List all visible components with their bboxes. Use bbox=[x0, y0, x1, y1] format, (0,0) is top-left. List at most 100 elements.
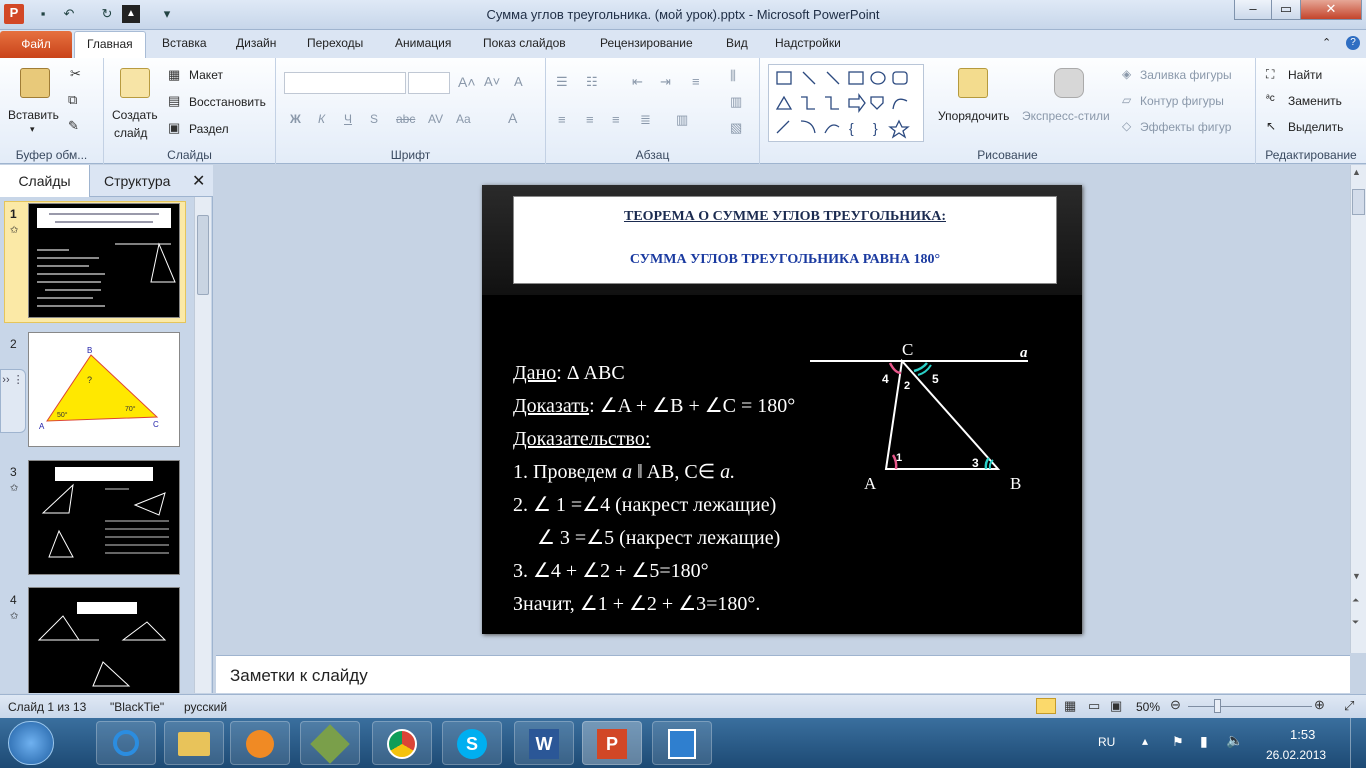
align-right-icon[interactable]: ≡ bbox=[612, 112, 620, 127]
font-name-input[interactable] bbox=[284, 72, 406, 94]
tab-outline[interactable]: Структура bbox=[104, 173, 170, 189]
align-left-icon[interactable]: ≡ bbox=[558, 112, 566, 127]
start-button[interactable] bbox=[8, 721, 54, 765]
panel-scroll-thumb[interactable] bbox=[197, 215, 209, 295]
slide-thumbnail[interactable] bbox=[28, 203, 180, 318]
scroll-up-icon[interactable]: ▲ bbox=[1352, 167, 1361, 177]
format-painter-icon[interactable]: ✎ bbox=[68, 118, 79, 134]
reading-view-icon[interactable]: ▭ bbox=[1088, 698, 1100, 714]
bold-button[interactable]: Ж bbox=[290, 112, 301, 126]
font-color-icon[interactable]: A bbox=[508, 110, 517, 126]
select-button[interactable]: Выделить bbox=[1288, 120, 1343, 134]
bullets-icon[interactable]: ☰ bbox=[556, 74, 568, 90]
current-slide[interactable]: ТЕОРЕМА О СУММЕ УГЛОВ ТРЕУГОЛЬНИКА: СУММ… bbox=[482, 185, 1082, 634]
show-desktop-button[interactable] bbox=[1350, 718, 1366, 768]
numbering-icon[interactable]: ☷ bbox=[586, 74, 598, 90]
strikethrough-button[interactable]: abc bbox=[396, 112, 415, 126]
new-slide-label2[interactable]: слайд bbox=[114, 126, 147, 140]
tab-slides[interactable]: Слайды bbox=[0, 165, 90, 197]
normal-view-icon[interactable] bbox=[1036, 698, 1056, 714]
italic-button[interactable]: К bbox=[318, 112, 325, 126]
close-panel-icon[interactable]: ✕ bbox=[192, 171, 205, 191]
fit-slide-icon[interactable]: ⤢ bbox=[1344, 698, 1354, 714]
replace-button[interactable]: Заменить bbox=[1288, 94, 1342, 108]
tray-expand-icon[interactable]: ▴ bbox=[1142, 734, 1148, 748]
quick-styles-icon[interactable] bbox=[1054, 68, 1084, 98]
new-slide-button[interactable]: Создать bbox=[112, 108, 158, 122]
find-button[interactable]: Найти bbox=[1288, 68, 1322, 82]
taskbar-powerpoint-icon[interactable]: P bbox=[582, 721, 642, 765]
font-size-input[interactable] bbox=[408, 72, 450, 94]
grow-font-icon[interactable]: A˄ bbox=[458, 74, 476, 90]
notes-pane[interactable]: Заметки к слайду bbox=[216, 655, 1350, 693]
panel-scrollbar[interactable] bbox=[194, 197, 211, 693]
increase-indent-icon[interactable]: ⇥ bbox=[660, 74, 671, 90]
shape-outline-button[interactable]: Контур фигуры bbox=[1140, 94, 1224, 108]
align-text-icon[interactable]: ▥ bbox=[730, 94, 742, 110]
tab-addins[interactable]: Надстройки bbox=[775, 36, 841, 50]
shapes-gallery[interactable]: {} bbox=[768, 64, 924, 142]
paste-dropdown-icon[interactable]: ▾ bbox=[30, 124, 35, 135]
taskbar-explorer-icon[interactable] bbox=[164, 721, 224, 765]
tab-slideshow[interactable]: Показ слайдов bbox=[483, 36, 566, 50]
change-case-icon[interactable]: Aa bbox=[456, 112, 471, 126]
copy-icon[interactable]: ⧉ bbox=[68, 92, 77, 108]
collapse-panel-handle[interactable]: ›› ⋮ bbox=[0, 369, 26, 433]
shape-fill-button[interactable]: Заливка фигуры bbox=[1140, 68, 1232, 82]
tray-flag-icon[interactable]: ⚑ bbox=[1172, 734, 1184, 750]
tab-file[interactable]: Файл bbox=[0, 31, 72, 58]
next-slide-icon[interactable]: ⏷ bbox=[1352, 617, 1359, 628]
theme-name[interactable]: "BlackTie" bbox=[110, 700, 164, 714]
shape-effects-button[interactable]: Эффекты фигур bbox=[1140, 120, 1231, 134]
decrease-indent-icon[interactable]: ⇤ bbox=[632, 74, 643, 90]
align-center-icon[interactable]: ≡ bbox=[586, 112, 594, 127]
minimize-button[interactable]: – bbox=[1234, 0, 1272, 20]
paste-button[interactable]: Вставить bbox=[8, 108, 59, 122]
new-slide-icon[interactable] bbox=[120, 68, 150, 98]
tab-design[interactable]: Дизайн bbox=[236, 36, 276, 50]
tab-home[interactable]: Главная bbox=[74, 31, 146, 59]
taskbar-app-icon[interactable] bbox=[300, 721, 360, 765]
previous-slide-icon[interactable]: ⏶ bbox=[1352, 595, 1359, 606]
reset-button[interactable]: Восстановить bbox=[189, 95, 266, 109]
tab-view[interactable]: Вид bbox=[726, 36, 748, 50]
slide-title-box[interactable]: ТЕОРЕМА О СУММЕ УГЛОВ ТРЕУГОЛЬНИКА: СУММ… bbox=[513, 196, 1057, 284]
tab-review[interactable]: Рецензирование bbox=[600, 36, 693, 50]
section-button[interactable]: Раздел bbox=[189, 122, 229, 136]
slide-sorter-icon[interactable]: ▦ bbox=[1064, 698, 1076, 714]
columns-icon[interactable]: ▥ bbox=[676, 112, 688, 128]
cut-icon[interactable]: ✂ bbox=[70, 66, 81, 82]
text-direction-icon[interactable]: ⫼ bbox=[730, 68, 736, 84]
taskbar-skype-icon[interactable]: S bbox=[442, 721, 502, 765]
shrink-font-icon[interactable]: A˅ bbox=[484, 74, 500, 89]
slide-thumbnail[interactable]: B A C ? 50° 70° bbox=[28, 332, 180, 447]
battery-icon[interactable]: ▮ bbox=[1200, 733, 1208, 750]
quick-styles-button[interactable]: Экспресс-стили bbox=[1022, 109, 1110, 123]
close-button[interactable]: ✕ bbox=[1300, 0, 1362, 20]
smartart-icon[interactable]: ▧ bbox=[730, 120, 742, 136]
taskbar-word-icon[interactable]: W bbox=[514, 721, 574, 765]
slide-scrollbar[interactable]: ▲ ▼ ⏶ ⏷ bbox=[1350, 165, 1366, 653]
slide-thumbnail[interactable] bbox=[28, 587, 180, 693]
zoom-slider-handle[interactable] bbox=[1214, 699, 1221, 713]
shadow-button[interactable]: S bbox=[370, 112, 378, 126]
underline-button[interactable]: Ч bbox=[344, 112, 352, 126]
slideshow-view-icon[interactable]: ▣ bbox=[1110, 698, 1122, 714]
spacing-icon[interactable]: AV bbox=[428, 112, 443, 126]
scroll-down-icon[interactable]: ▼ bbox=[1352, 571, 1361, 581]
clear-format-icon[interactable]: A bbox=[514, 74, 523, 89]
tab-transitions[interactable]: Переходы bbox=[307, 36, 363, 50]
zoom-level[interactable]: 50% bbox=[1136, 700, 1160, 714]
line-spacing-icon[interactable]: ≡ bbox=[692, 74, 700, 89]
clock-date[interactable]: 26.02.2013 bbox=[1266, 748, 1326, 762]
zoom-out-icon[interactable]: ⊖ bbox=[1170, 697, 1181, 713]
taskbar-chrome-icon[interactable] bbox=[372, 721, 432, 765]
justify-icon[interactable]: ≣ bbox=[640, 112, 651, 128]
taskbar-notes-icon[interactable] bbox=[652, 721, 712, 765]
paste-icon[interactable] bbox=[20, 68, 50, 98]
keyboard-language[interactable]: RU bbox=[1098, 735, 1115, 749]
zoom-slider[interactable] bbox=[1188, 706, 1312, 707]
maximize-button[interactable]: ▭ bbox=[1271, 0, 1301, 20]
arrange-button[interactable]: Упорядочить bbox=[938, 109, 1009, 123]
layout-button[interactable]: Макет bbox=[189, 68, 223, 82]
